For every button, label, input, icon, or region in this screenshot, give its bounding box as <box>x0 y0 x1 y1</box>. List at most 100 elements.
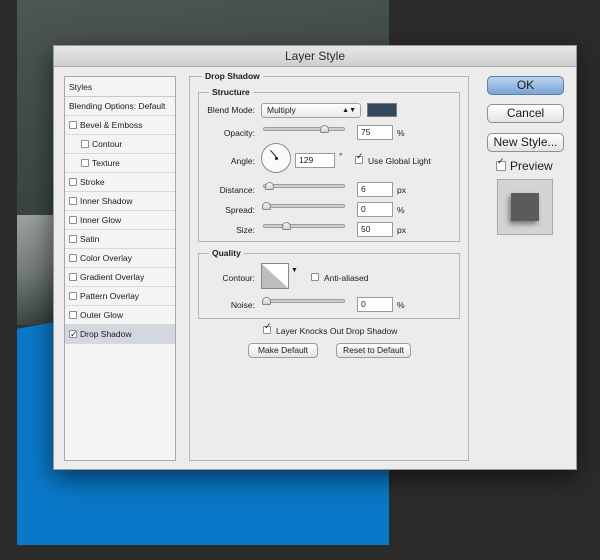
distance-unit: px <box>397 185 406 195</box>
spread-slider-thumb[interactable] <box>262 202 271 210</box>
gradient-overlay-checkbox[interactable] <box>69 273 77 281</box>
style-item-label: Drop Shadow <box>80 328 132 339</box>
anti-aliased-label[interactable]: Anti-aliased <box>324 273 368 283</box>
use-global-light-checkbox[interactable] <box>355 152 364 164</box>
color-overlay-checkbox[interactable] <box>69 254 77 262</box>
blending-options-item[interactable]: Blending Options: Default <box>65 97 175 116</box>
preview-label[interactable]: Preview <box>510 159 553 173</box>
angle-input[interactable]: 129 <box>295 153 335 168</box>
contour-label: Contour: <box>222 273 255 283</box>
style-item-label: Contour <box>92 138 123 149</box>
structure-group: Structure Blend Mode: Multiply ▲▼ Opacit… <box>198 87 460 242</box>
style-item-satin[interactable]: Satin <box>65 230 175 249</box>
style-item-inner-glow[interactable]: Inner Glow <box>65 211 175 230</box>
anti-aliased-checkbox[interactable] <box>311 273 319 281</box>
blend-mode-label: Blend Mode: <box>207 105 255 115</box>
new-style-button[interactable]: New Style... <box>487 133 564 152</box>
layer-style-dialog: Layer Style Styles Blending Options: Def… <box>53 45 577 470</box>
blend-mode-select[interactable]: Multiply ▲▼ <box>261 103 361 118</box>
quality-group: Quality Contour: ▼ Anti-aliased Noise: 0… <box>198 248 460 319</box>
styles-list: Styles Blending Options: Default Bevel &… <box>64 76 176 461</box>
shadow-color-swatch[interactable] <box>367 103 397 117</box>
style-item-label: Color Overlay <box>80 252 132 263</box>
angle-dial-center <box>275 157 278 160</box>
style-preview <box>497 179 553 235</box>
style-item-outer-glow[interactable]: Outer Glow <box>65 306 175 325</box>
opacity-slider[interactable] <box>263 125 345 133</box>
distance-slider[interactable] <box>263 182 345 190</box>
size-slider[interactable] <box>263 222 345 230</box>
contour-checkbox[interactable] <box>81 140 89 148</box>
outer-glow-checkbox[interactable] <box>69 311 77 319</box>
angle-dial[interactable] <box>261 143 291 173</box>
opacity-slider-thumb[interactable] <box>320 125 329 133</box>
pattern-overlay-checkbox[interactable] <box>69 292 77 300</box>
noise-input[interactable]: 0 <box>357 297 393 312</box>
drop-shadow-title: Drop Shadow <box>202 71 263 81</box>
style-item-contour[interactable]: Contour <box>65 135 175 154</box>
style-item-label: Gradient Overlay <box>80 271 145 282</box>
make-default-button[interactable]: Make Default <box>248 343 318 358</box>
layer-knocks-out-label[interactable]: Layer Knocks Out Drop Shadow <box>276 326 397 336</box>
noise-slider-thumb[interactable] <box>262 297 271 305</box>
reset-to-default-button[interactable]: Reset to Default <box>336 343 411 358</box>
ok-button[interactable]: OK <box>487 76 564 95</box>
inner-shadow-checkbox[interactable] <box>69 197 77 205</box>
inner-glow-checkbox[interactable] <box>69 216 77 224</box>
preview-checkbox[interactable] <box>496 157 506 171</box>
style-item-gradient-overlay[interactable]: Gradient Overlay <box>65 268 175 287</box>
noise-unit: % <box>397 300 405 310</box>
contour-picker[interactable] <box>261 263 289 289</box>
use-global-light-label[interactable]: Use Global Light <box>368 156 431 166</box>
distance-slider-thumb[interactable] <box>265 182 274 190</box>
opacity-input[interactable]: 75 <box>357 125 393 140</box>
spread-unit: % <box>397 205 405 215</box>
distance-label: Distance: <box>219 185 255 195</box>
style-item-label: Bevel & Emboss <box>80 119 143 130</box>
style-item-pattern-overlay[interactable]: Pattern Overlay <box>65 287 175 306</box>
angle-unit: ° <box>339 151 343 161</box>
style-item-inner-shadow[interactable]: Inner Shadow <box>65 192 175 211</box>
satin-checkbox[interactable] <box>69 235 77 243</box>
quality-title: Quality <box>209 248 244 258</box>
stroke-checkbox[interactable] <box>69 178 77 186</box>
style-item-label: Pattern Overlay <box>80 290 140 301</box>
angle-label: Angle: <box>230 156 255 166</box>
style-item-stroke[interactable]: Stroke <box>65 173 175 192</box>
size-input[interactable]: 50 <box>357 222 393 237</box>
style-item-label: Texture <box>92 157 120 168</box>
style-item-label: Stroke <box>80 176 105 187</box>
style-item-color-overlay[interactable]: Color Overlay <box>65 249 175 268</box>
contour-dropdown-icon[interactable]: ▼ <box>291 267 298 274</box>
drop-shadow-panel: Drop Shadow Structure Blend Mode: Multip… <box>189 71 469 461</box>
preview-swatch <box>511 193 539 221</box>
style-item-label: Outer Glow <box>80 309 123 320</box>
style-item-bevel-emboss[interactable]: Bevel & Emboss <box>65 116 175 135</box>
opacity-label: Opacity: <box>223 128 255 138</box>
styles-header[interactable]: Styles <box>65 77 175 97</box>
style-item-label: Inner Glow <box>80 214 122 225</box>
size-slider-thumb[interactable] <box>282 222 291 230</box>
layer-knocks-out-checkbox[interactable] <box>263 322 272 334</box>
style-item-texture[interactable]: Texture <box>65 154 175 173</box>
select-arrows-icon: ▲▼ <box>342 107 356 114</box>
size-unit: px <box>397 225 406 235</box>
style-item-label: Satin <box>80 233 100 244</box>
noise-label: Noise: <box>230 300 255 310</box>
noise-slider[interactable] <box>262 297 345 305</box>
distance-input[interactable]: 6 <box>357 182 393 197</box>
opacity-unit: % <box>397 128 405 138</box>
spread-input[interactable]: 0 <box>357 202 393 217</box>
size-label: Size: <box>236 225 255 235</box>
drop-shadow-checkbox[interactable] <box>69 326 78 345</box>
dialog-title: Layer Style <box>54 46 576 67</box>
structure-title: Structure <box>209 87 253 97</box>
style-item-drop-shadow[interactable]: Drop Shadow <box>65 325 175 345</box>
spread-slider[interactable] <box>262 202 345 210</box>
spread-label: Spread: <box>225 205 255 215</box>
bevel-emboss-checkbox[interactable] <box>69 121 77 129</box>
cancel-button[interactable]: Cancel <box>487 104 564 123</box>
texture-checkbox[interactable] <box>81 159 89 167</box>
style-item-label: Inner Shadow <box>80 195 133 206</box>
blend-mode-value: Multiply <box>267 105 296 115</box>
